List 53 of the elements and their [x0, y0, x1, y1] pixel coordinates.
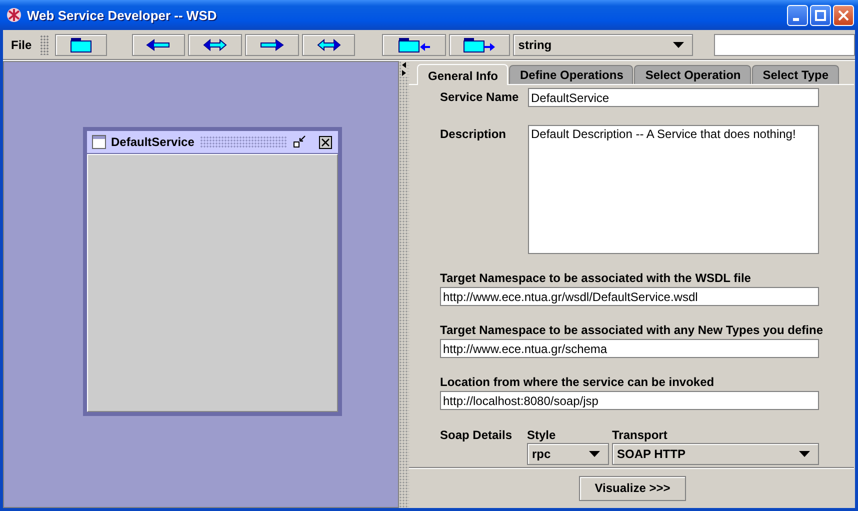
toolbar-button[interactable] — [132, 34, 185, 56]
maximize-button[interactable] — [810, 4, 831, 26]
collapse-arrows-icon[interactable] — [401, 61, 407, 77]
app-icon — [6, 7, 22, 23]
folder-arrow-icon — [463, 36, 496, 52]
text-field[interactable]: http://www.ece.ntua.gr/schema — [440, 339, 819, 358]
text-area[interactable]: Default Description -- A Service that does nothing! — [528, 125, 819, 254]
frame-title: DefaultService — [111, 135, 194, 149]
field-label: Description — [440, 126, 508, 141]
window-title: Web Service Developer -- WSD — [27, 8, 218, 22]
maximize-icon — [815, 10, 826, 20]
field-label: Style — [527, 428, 557, 442]
field-label: Transport — [612, 428, 668, 442]
style-dropdown[interactable]: rpc — [527, 443, 609, 465]
toolbar-button[interactable] — [448, 34, 510, 56]
dropdown-arrow-icon — [673, 42, 684, 48]
transport-dropdown[interactable]: SOAP HTTP — [612, 443, 819, 465]
folder-icon — [68, 36, 93, 52]
toolbar-button[interactable] — [382, 34, 446, 56]
minimize-button[interactable] — [787, 4, 808, 26]
toolbar-button[interactable] — [54, 34, 108, 56]
file-menu[interactable]: File — [11, 38, 32, 52]
close-icon[interactable] — [319, 136, 332, 148]
search-field[interactable] — [714, 34, 855, 56]
close-icon — [838, 10, 849, 20]
minimize-icon — [793, 18, 799, 20]
double-arrow-icon — [202, 36, 227, 52]
toolbar-button[interactable] — [245, 34, 299, 56]
iconify-icon[interactable] — [293, 135, 307, 149]
field-label: Location from where the service can be invoked — [440, 375, 716, 389]
dropdown-arrow-icon — [799, 451, 810, 457]
tab[interactable]: General Info — [417, 64, 508, 85]
text-field[interactable]: DefaultService — [528, 88, 819, 107]
toolbar-button[interactable] — [188, 34, 242, 56]
toolbar-grip[interactable] — [40, 34, 49, 54]
type-dropdown[interactable]: string — [513, 34, 693, 56]
toolbar-button[interactable] — [302, 34, 356, 56]
field-label: Soap Details — [440, 428, 514, 444]
folder-arrow-icon — [398, 36, 430, 52]
dropdown-arrow-icon — [589, 451, 600, 457]
window-icon — [92, 135, 106, 149]
double-arrow-icon — [316, 36, 341, 52]
left-arrow-icon — [146, 36, 170, 52]
field-label: Target Namespace to be associated with the WSDL file — [440, 271, 752, 285]
text-field[interactable]: http://localhost:8080/soap/jsp — [440, 391, 819, 410]
tab[interactable]: Define Operations — [509, 65, 634, 84]
close-button[interactable] — [833, 4, 854, 26]
tab[interactable]: Select Type — [752, 65, 839, 84]
field-label: Service Name — [440, 89, 520, 104]
visualize-button[interactable]: Visualize >>> — [579, 476, 686, 500]
right-arrow-icon — [260, 36, 284, 52]
text-field[interactable]: http://www.ece.ntua.gr/wsdl/DefaultService.wsdl — [440, 287, 819, 306]
tab[interactable]: Select Operation — [634, 65, 751, 84]
